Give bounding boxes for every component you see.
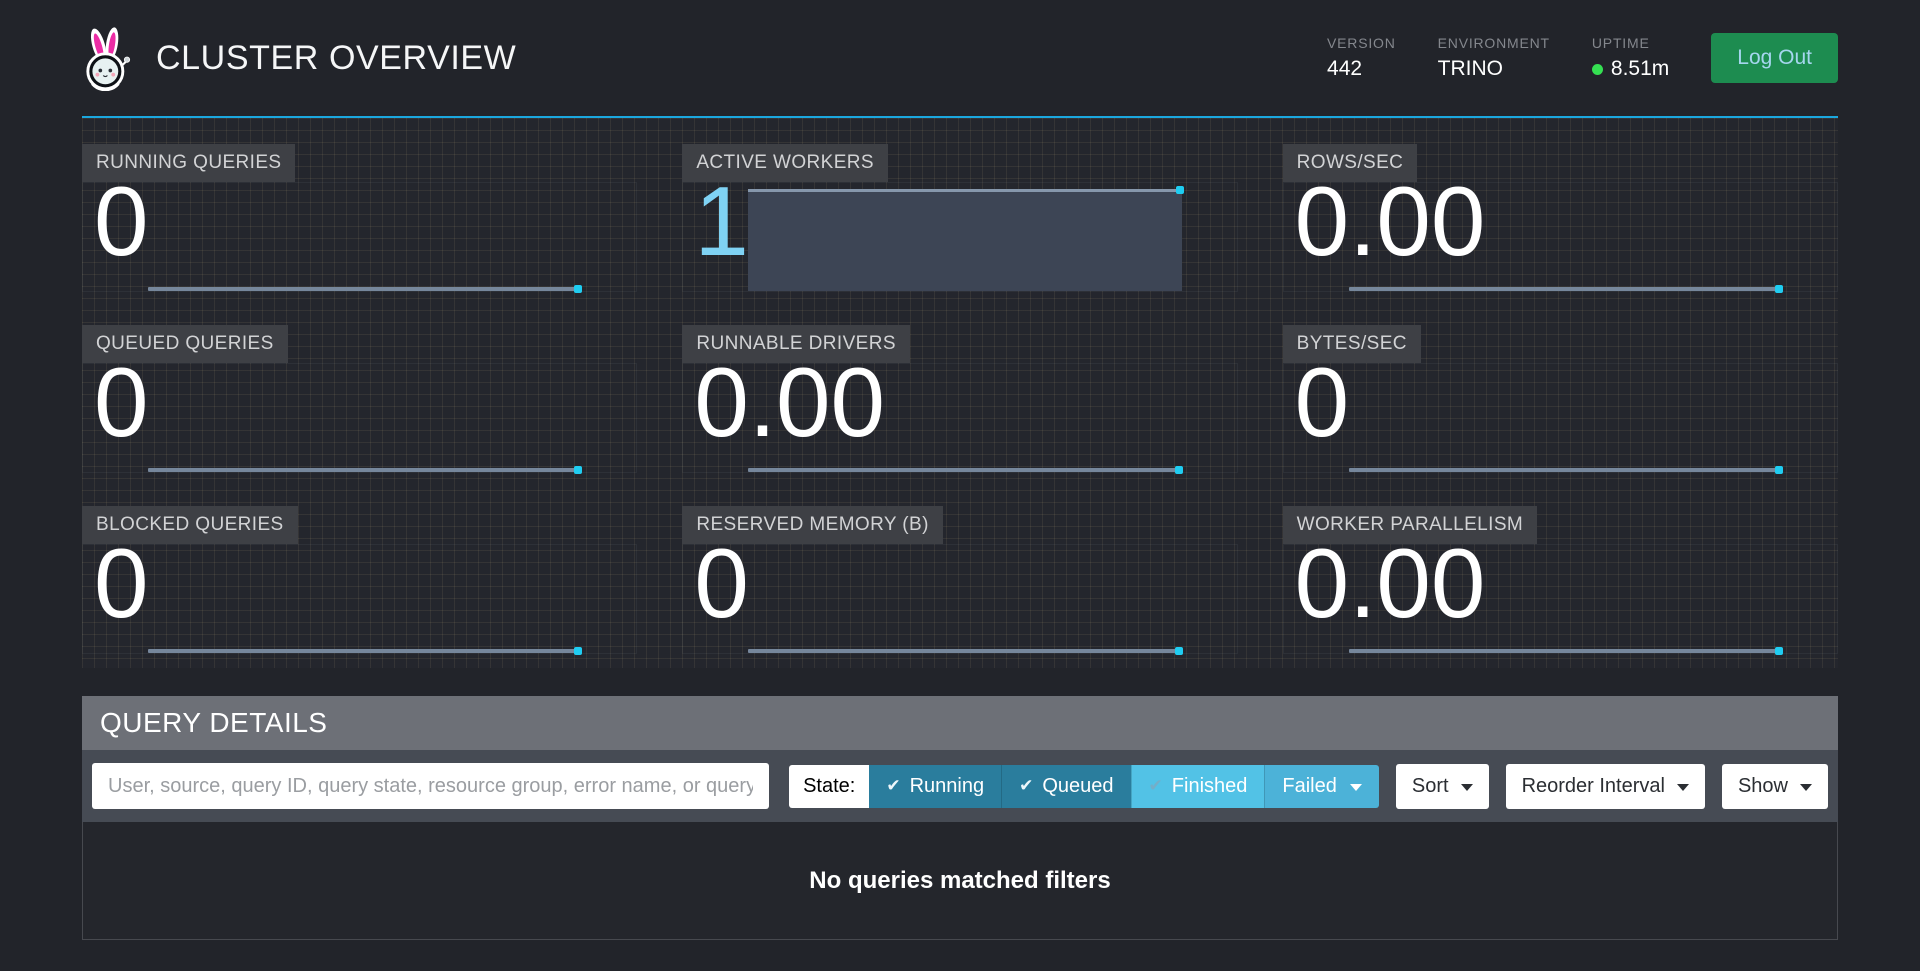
sparkline-dot-icon [574,647,582,655]
metric-sparkline [1349,287,1780,291]
metric-sparkline [1349,468,1780,472]
show-dropdown-button[interactable]: Show [1722,764,1828,809]
metric-value: 0.00 [1295,532,1486,635]
sparkline-dot-icon [574,466,582,474]
sparkline-dot-icon [1176,186,1184,194]
sort-dropdown-button[interactable]: Sort [1396,764,1489,809]
state-filter-running[interactable]: ✔ Running [869,765,1001,808]
state-filter-queued[interactable]: ✔ Queued [1001,765,1130,808]
stat-uptime-label: UPTIME [1592,35,1669,51]
metric-label: BLOCKED QUERIES [82,506,298,544]
metric-value: 0 [94,170,149,273]
state-filter-finished[interactable]: ✔ Finished [1131,765,1265,808]
metric-value: 0 [94,532,149,635]
metric-label: ROWS/SEC [1283,144,1418,182]
metric-card-queued-queries: QUEUED QUERIES 0 [82,325,637,477]
trino-logo-icon [82,25,134,91]
sparkline-dot-icon [1775,647,1783,655]
stat-environment-label: ENVIRONMENT [1438,35,1550,51]
stat-uptime: UPTIME 8.51m [1592,35,1669,81]
stat-version-label: VERSION [1327,35,1396,51]
metric-card-worker-parallelism: WORKER PARALLELISM 0.00 [1283,506,1838,658]
metric-card-running-queries: RUNNING QUERIES 0 [82,144,637,296]
sparkline-dot-icon [1775,285,1783,293]
check-icon: ✔ [1149,776,1163,796]
logout-button[interactable]: Log Out [1711,33,1838,83]
sparkline-dot-icon [1175,466,1183,474]
metric-label: RUNNABLE DRIVERS [682,325,910,363]
metric-sparkline [148,468,579,472]
metric-value: 0 [694,532,749,635]
metric-card-rows-sec: ROWS/SEC 0.00 [1283,144,1838,296]
stat-version: VERSION 442 [1327,35,1396,81]
metric-card-bytes-sec: BYTES/SEC 0 [1283,325,1838,477]
sparkline-dot-icon [1775,466,1783,474]
page-root: CLUSTER OVERVIEW VERSION 442 ENVIRONMENT… [82,0,1838,940]
empty-state-message: No queries matched filters [809,867,1110,895]
sparkline-dot-icon [1175,647,1183,655]
stat-uptime-value: 8.51m [1592,57,1669,81]
metric-label: RESERVED MEMORY (B) [682,506,942,544]
metric-sparkline [1349,649,1780,653]
metric-card-runnable-drivers: RUNNABLE DRIVERS 0.00 [682,325,1237,477]
state-filter-finished-label: Finished [1172,775,1248,798]
caret-down-icon [1461,784,1473,791]
metric-label: QUEUED QUERIES [82,325,288,363]
reorder-interval-dropdown-button[interactable]: Reorder Interval [1506,764,1705,809]
stat-environment: ENVIRONMENT TRINO [1438,35,1550,81]
state-filter-group: State: ✔ Running ✔ Queued ✔ Finished Fai… [789,765,1379,808]
metrics-grid: RUNNING QUERIES 0 ACTIVE WORKERS 1 ROWS/… [82,118,1838,668]
metric-sparkline [148,649,579,653]
metric-label: RUNNING QUERIES [82,144,295,182]
caret-down-icon [1800,784,1812,791]
stat-environment-value: TRINO [1438,57,1550,81]
page-title: CLUSTER OVERVIEW [156,39,516,78]
state-filter-failed-dropdown[interactable]: Failed [1264,765,1378,808]
show-button-label: Show [1738,775,1788,798]
sparkline-dot-icon [574,285,582,293]
metric-value: 0.00 [694,351,885,454]
check-icon: ✔ [1019,776,1033,796]
state-filter-queued-label: Queued [1042,775,1113,798]
metric-sparkline [148,287,579,291]
sort-button-label: Sort [1412,775,1449,798]
caret-down-icon [1677,784,1689,791]
query-list-empty-state: No queries matched filters [82,822,1838,940]
query-details-section: QUERY DETAILS State: ✔ Running ✔ Queued … [82,696,1838,940]
metric-card-reserved-memory: RESERVED MEMORY (B) 0 [682,506,1237,658]
header-stats: VERSION 442 ENVIRONMENT TRINO UPTIME 8.5… [1285,33,1838,83]
query-details-title: QUERY DETAILS [82,696,1838,750]
query-filter-toolbar: State: ✔ Running ✔ Queued ✔ Finished Fai… [82,750,1838,822]
state-filter-failed-label: Failed [1282,775,1336,798]
metric-sparkline [748,468,1179,472]
state-filter-label: State: [789,765,869,808]
stat-uptime-text: 8.51m [1611,57,1669,81]
metric-sparkline [748,649,1179,653]
header: CLUSTER OVERVIEW VERSION 442 ENVIRONMENT… [82,0,1838,116]
check-icon: ✔ [886,776,900,796]
caret-down-icon [1350,784,1362,791]
metric-card-blocked-queries: BLOCKED QUERIES 0 [82,506,637,658]
trino-bunny-icon [82,25,132,91]
query-search-input[interactable] [92,763,769,809]
metric-label: WORKER PARALLELISM [1283,506,1537,544]
metric-area-fill [748,189,1181,291]
metric-value: 0 [94,351,149,454]
stat-version-value: 442 [1327,57,1396,81]
reorder-interval-button-label: Reorder Interval [1522,775,1665,798]
metric-card-active-workers: ACTIVE WORKERS 1 [682,144,1237,296]
metric-value-active-workers-link[interactable]: 1 [694,170,749,273]
metric-value: 0.00 [1295,170,1486,273]
metric-label: BYTES/SEC [1283,325,1421,363]
status-dot-icon [1592,64,1603,75]
metric-label: ACTIVE WORKERS [682,144,888,182]
metric-value: 0 [1295,351,1350,454]
state-filter-running-label: Running [910,775,985,798]
